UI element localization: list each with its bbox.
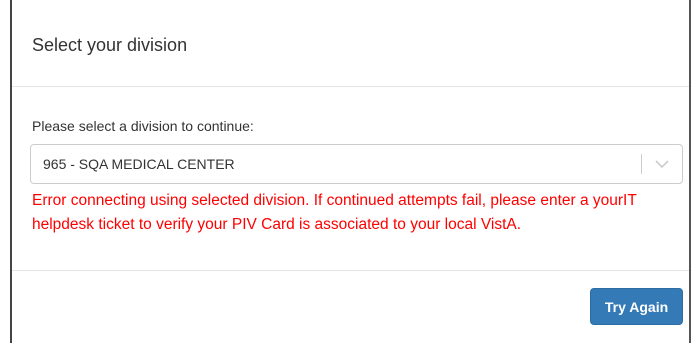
modal-title: Select your division	[32, 34, 188, 55]
division-select-value: 965 - SQA MEDICAL CENTER	[43, 156, 235, 172]
modal-header: Select your division	[12, 0, 689, 87]
error-message: Error connecting using selected division…	[32, 192, 637, 233]
chevron-down-icon[interactable]	[653, 156, 671, 172]
division-select[interactable]: 965 - SQA MEDICAL CENTER	[30, 144, 683, 184]
modal-footer: Try Again	[12, 270, 689, 343]
division-modal: Select your division Please select a div…	[12, 0, 689, 343]
try-again-button[interactable]: Try Again	[590, 288, 683, 325]
modal-body: Please select a division to continue: 96…	[12, 87, 689, 270]
page: Select your division Please select a div…	[0, 0, 691, 343]
select-separator	[641, 154, 642, 174]
division-prompt-label: Please select a division to continue:	[32, 118, 254, 134]
